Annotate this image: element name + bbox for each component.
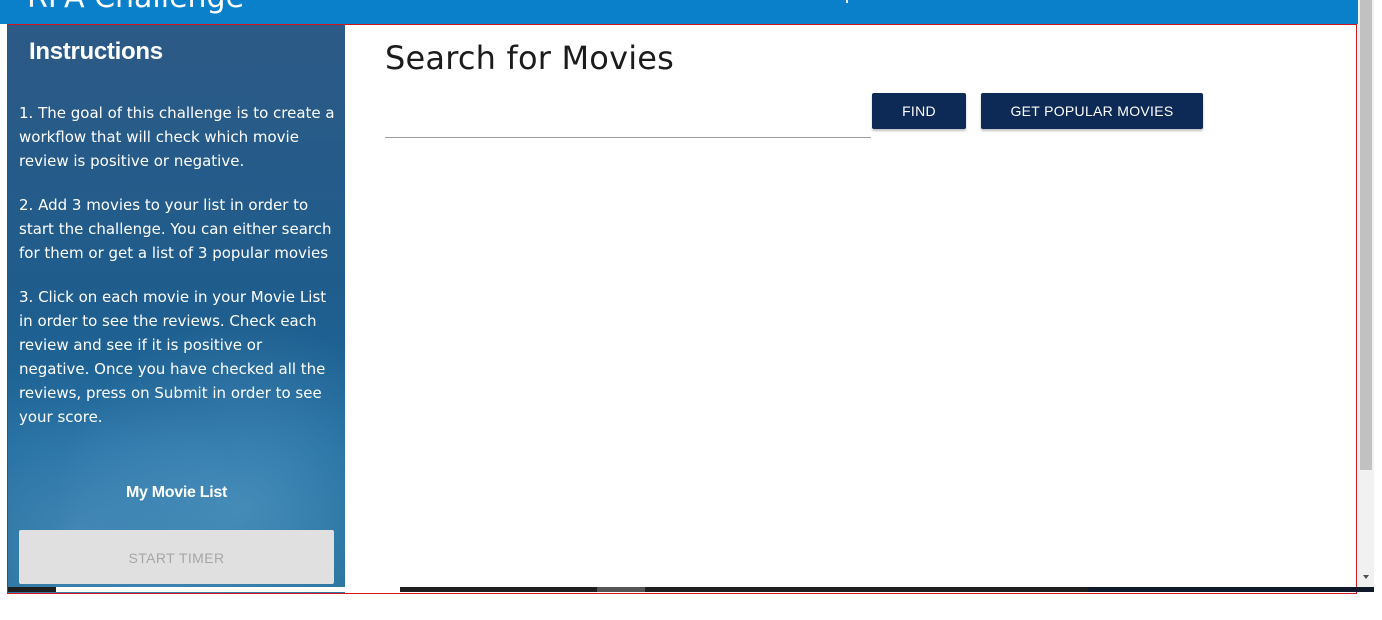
header-divider (846, 0, 848, 3)
my-movie-list-label: My Movie List (125, 484, 227, 501)
find-button[interactable]: FIND (872, 93, 966, 129)
instruction-step-2: 2. Add 3 movies to your list in order to… (19, 196, 332, 262)
instruction-step-3: 3. Click on each movie in your Movie Lis… (19, 288, 327, 426)
vertical-scrollbar[interactable] (1358, 0, 1374, 587)
page-title: Search for Movies (385, 39, 675, 77)
taskbar-search-box[interactable] (56, 587, 400, 592)
movie-search-input[interactable] (385, 107, 871, 138)
get-popular-movies-button[interactable]: GET POPULAR MOVIES (981, 93, 1203, 129)
instructions-title: Instructions (29, 38, 163, 65)
taskbar (8, 587, 1374, 592)
app-title: RPA Challenge (27, 0, 244, 15)
challenge-frame: Instructions 1. The goal of this challen… (7, 24, 1357, 594)
start-timer-button[interactable]: START TIMER (19, 530, 334, 584)
instruction-step-1: 1. The goal of this challenge is to crea… (19, 104, 335, 170)
instructions-sidebar: Instructions 1. The goal of this challen… (8, 25, 345, 593)
scrollbar-thumb[interactable] (1360, 0, 1372, 470)
main-content: Search for Movies FIND GET POPULAR MOVIE… (345, 25, 1356, 593)
scroll-down-arrow-icon[interactable] (1363, 575, 1369, 579)
taskbar-tray (1088, 587, 1374, 592)
app-header: RPA Challenge (0, 0, 1358, 24)
instructions-steps: 1. The goal of this challenge is to crea… (19, 101, 337, 449)
taskbar-app-icon[interactable] (597, 587, 645, 592)
